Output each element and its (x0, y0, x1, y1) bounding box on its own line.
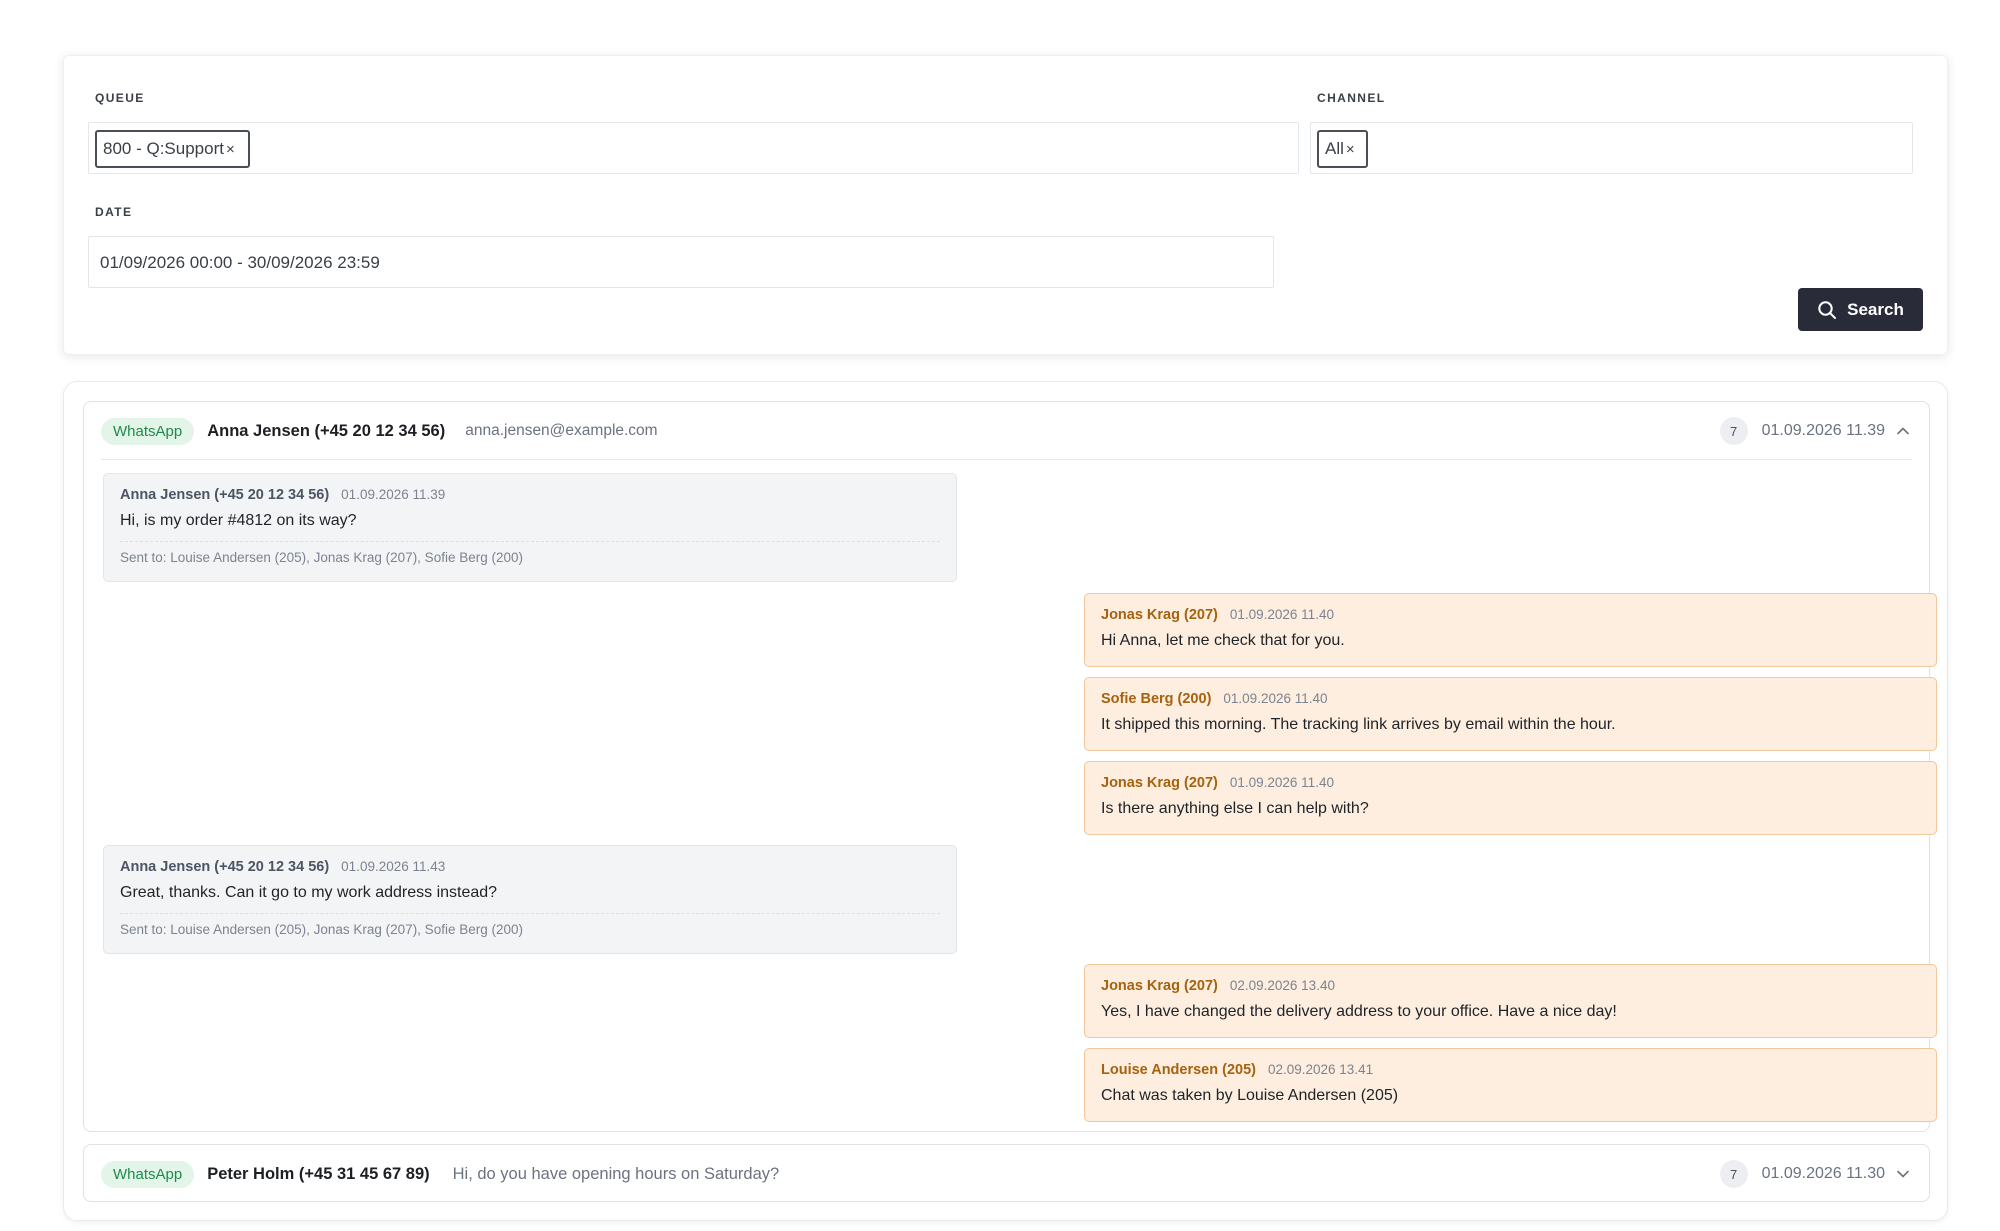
message-time: 01.09.2026 11.40 (1229, 607, 1334, 622)
conversation-header[interactable]: WhatsApp Peter Holm (+45 31 45 67 89) Hi… (84, 1145, 1929, 1203)
conversation-list: WhatsApp Anna Jensen (+45 20 12 34 56) a… (63, 381, 1948, 1221)
message-text: Great, thanks. Can it go to my work addr… (120, 884, 498, 901)
channel-select[interactable]: All × (1310, 122, 1913, 174)
message-text: Hi Anna, let me check that for you. (1101, 632, 1345, 649)
contact-name: Anna Jensen (+45 20 12 34 56) (207, 421, 446, 440)
queue-chip-label: 800 - Q:Support (103, 139, 224, 158)
queue-chip-remove-button[interactable]: × (226, 141, 235, 158)
message-count-badge: 7 (1719, 417, 1748, 445)
channel-chip-remove-button[interactable]: × (1346, 141, 1355, 158)
contact-name: Peter Holm (+45 31 45 67 89) (207, 1164, 430, 1183)
queue-label: QUEUE (95, 91, 145, 105)
message-author: Louise Andersen (205) (1101, 1062, 1256, 1078)
message-time: 01.09.2026 11.40 (1229, 775, 1334, 790)
message-recipients: Sent to: Louise Andersen (205), Jonas Kr… (120, 541, 940, 565)
search-button-label: Search (1847, 299, 1904, 319)
message-time: 01.09.2026 11.43 (341, 859, 446, 874)
conversation-item: WhatsApp Anna Jensen (+45 20 12 34 56) a… (83, 401, 1937, 1132)
conversation-date: 01.09.2026 11.39 (1761, 422, 1885, 439)
conversation-date: 01.09.2026 11.30 (1761, 1165, 1885, 1182)
agent-message: Jonas Krag (207) 01.09.2026 11.40 Is the… (1084, 761, 1937, 835)
message-author: Jonas Krag (207) (1101, 775, 1218, 791)
message-text: Hi, is my order #4812 on its way? (120, 512, 357, 529)
message-author: Jonas Krag (207) (1101, 978, 1218, 994)
message-author: Sofie Berg (200) (1101, 691, 1212, 707)
date-range-value: 01/09/2026 00:00 - 30/09/2026 23:59 (100, 253, 380, 272)
agent-message: Jonas Krag (207) 02.09.2026 13.40 Yes, I… (1084, 964, 1937, 1038)
message-time: 02.09.2026 13.41 (1267, 1062, 1374, 1077)
message-text: Yes, I have changed the delivery address… (1101, 1003, 1617, 1020)
conversation-item[interactable]: WhatsApp Peter Holm (+45 31 45 67 89) Hi… (83, 1144, 1930, 1202)
customer-message: Anna Jensen (+45 20 12 34 56) 01.09.2026… (103, 845, 957, 954)
agent-message: Jonas Krag (207) 01.09.2026 11.40 Hi Ann… (1084, 593, 1937, 667)
message-author: Anna Jensen (+45 20 12 34 56) (120, 487, 330, 503)
contact-email: anna.jensen@example.com (465, 422, 658, 439)
search-icon (1818, 300, 1837, 319)
message-recipients: Sent to: Louise Andersen (205), Jonas Kr… (120, 913, 940, 937)
channel-label: CHANNEL (1317, 91, 1386, 105)
agent-message: Louise Andersen (205) 02.09.2026 13.41 C… (1084, 1048, 1937, 1122)
message-author: Jonas Krag (207) (1101, 607, 1218, 623)
agent-message: Sofie Berg (200) 01.09.2026 11.40 It shi… (1084, 677, 1937, 751)
channel-chip: All × (1317, 130, 1368, 168)
message-time: 01.09.2026 11.40 (1223, 691, 1328, 706)
message-count-badge: 7 (1719, 1160, 1748, 1188)
channel-badge: WhatsApp (101, 417, 195, 445)
channel-chip-label: All (1325, 139, 1344, 158)
message-text: It shipped this morning. The tracking li… (1101, 716, 1616, 733)
channel-badge: WhatsApp (101, 1160, 195, 1188)
message-preview: Hi, do you have opening hours on Saturda… (452, 1164, 780, 1183)
message-text: Is there anything else I can help with? (1101, 800, 1369, 817)
date-label: DATE (95, 205, 133, 219)
conversation-header[interactable]: WhatsApp Anna Jensen (+45 20 12 34 56) a… (84, 402, 1929, 460)
customer-message: Anna Jensen (+45 20 12 34 56) 01.09.2026… (103, 473, 957, 582)
queue-select[interactable]: 800 - Q:Support × (88, 122, 1299, 174)
message-time: 01.09.2026 11.39 (341, 487, 446, 502)
search-button[interactable]: Search (1798, 288, 1923, 331)
date-range-input[interactable]: 01/09/2026 00:00 - 30/09/2026 23:59 (88, 236, 1274, 288)
message-author: Anna Jensen (+45 20 12 34 56) (120, 859, 330, 875)
filter-panel: QUEUE 800 - Q:Support × CHANNEL All × DA… (63, 55, 1948, 355)
chevron-up-icon[interactable] (1895, 423, 1911, 439)
chevron-down-icon[interactable] (1895, 1166, 1911, 1182)
queue-chip: 800 - Q:Support × (95, 130, 250, 168)
message-text: Chat was taken by Louise Andersen (205) (1101, 1087, 1399, 1104)
message-time: 02.09.2026 13.40 (1229, 978, 1335, 993)
